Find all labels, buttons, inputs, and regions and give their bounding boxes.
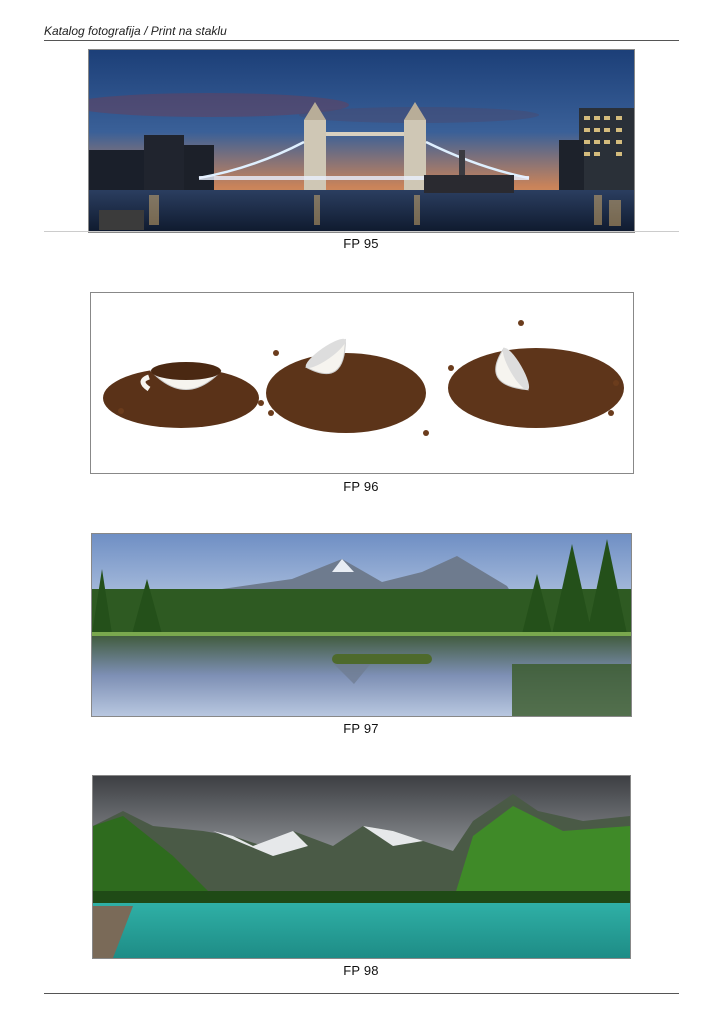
photo-fp96 — [90, 292, 634, 474]
caption-fp97: FP 97 — [343, 721, 379, 736]
caption-fp96: FP 96 — [343, 479, 379, 494]
header-divider — [44, 40, 679, 41]
photo-fp95 — [88, 49, 635, 233]
photo-fp98 — [92, 775, 631, 959]
photo-baseline — [44, 231, 679, 232]
caption-fp95: FP 95 — [343, 236, 379, 251]
photo-fp97 — [91, 533, 632, 717]
footer-divider — [44, 993, 679, 994]
page-header-title: Katalog fotografija / Print na staklu — [44, 24, 227, 38]
caption-fp98: FP 98 — [343, 963, 379, 978]
